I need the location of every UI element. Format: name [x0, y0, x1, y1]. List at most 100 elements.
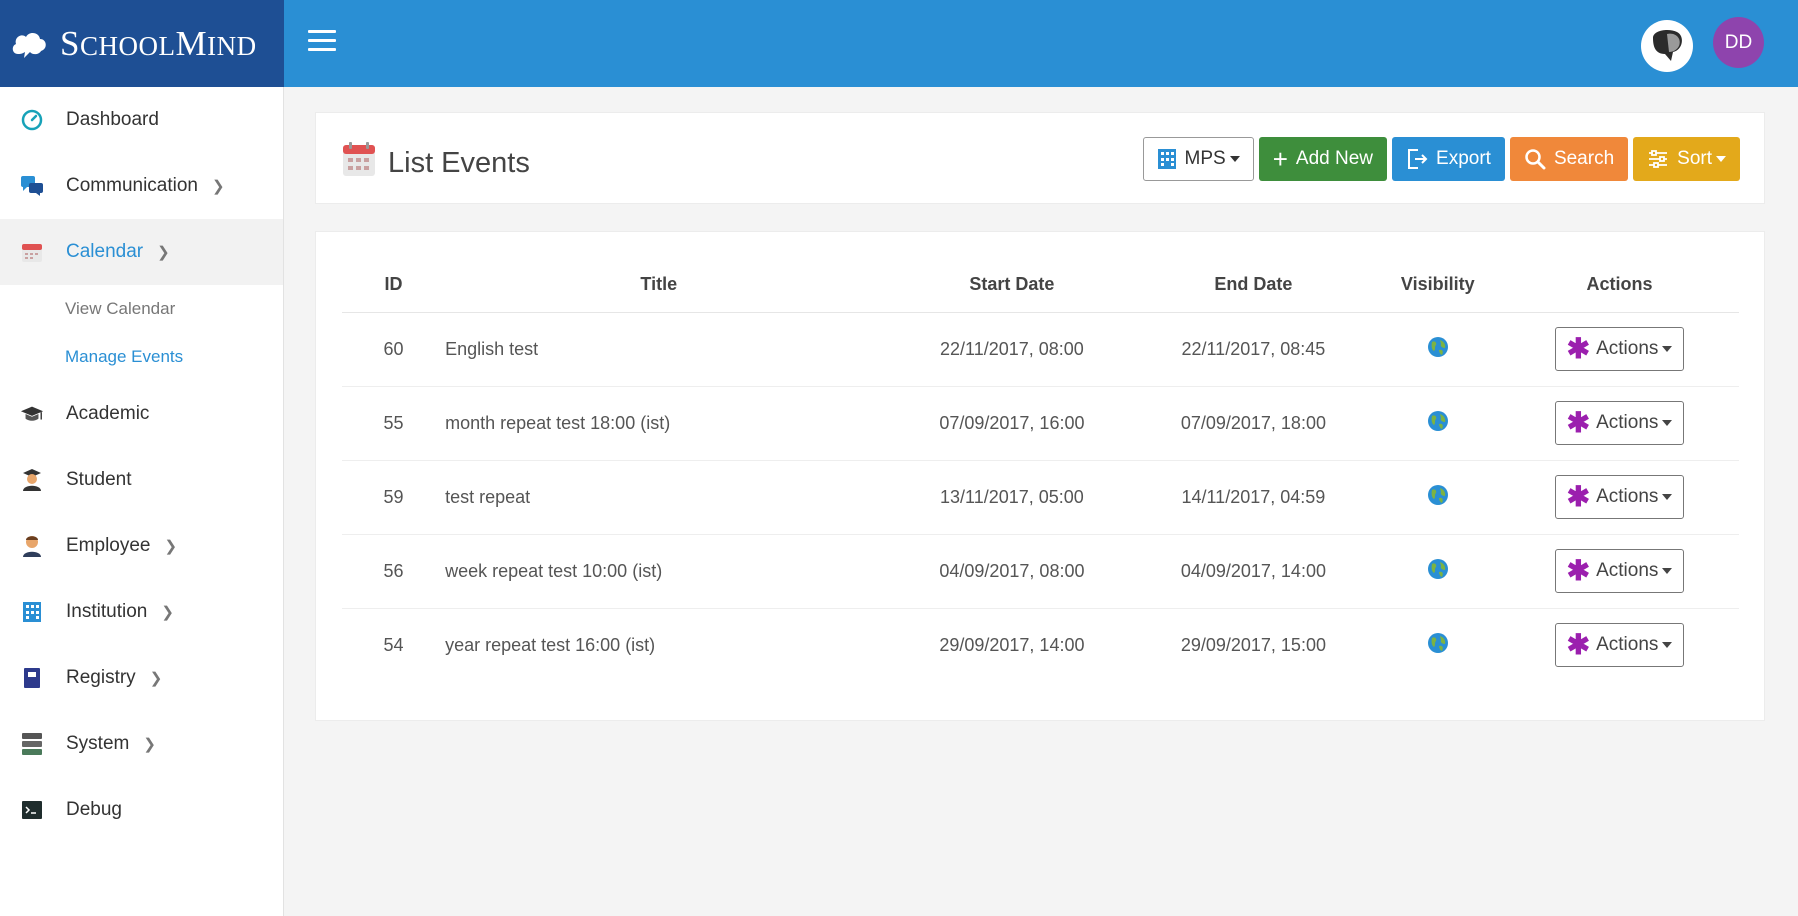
table-row[interactable]: 60 English test 22/11/2017, 08:00 22/11/… [342, 312, 1739, 387]
events-table: ID Title Start Date End Date Visibility … [342, 258, 1739, 682]
employee-icon [20, 534, 44, 558]
caret-down-icon [1662, 420, 1673, 426]
caret-down-icon [1716, 156, 1726, 162]
column-header-end-date[interactable]: End Date [1131, 258, 1376, 313]
actions-dropdown-button[interactable]: ✱ Actions [1554, 475, 1685, 519]
sort-label: Sort [1677, 148, 1712, 169]
cell-visibility [1375, 534, 1501, 609]
asterisk-icon: ✱ [1566, 481, 1591, 512]
sidebar-item-student[interactable]: Student [0, 447, 283, 513]
sidebar-item-label: Academic [66, 403, 150, 424]
sidebar-item-label: Institution [66, 601, 148, 622]
sidebar-item-system[interactable]: System ❯ [0, 711, 283, 777]
sidebar-item-label: Dashboard [66, 109, 159, 130]
sidebar-subitem-manage-events[interactable]: Manage Events [0, 333, 283, 381]
column-header-start-date[interactable]: Start Date [892, 258, 1132, 313]
sidebar-item-employee[interactable]: Employee ❯ [0, 513, 283, 579]
table-row[interactable]: 59 test repeat 13/11/2017, 05:00 14/11/2… [342, 460, 1739, 535]
cell-actions: ✱ Actions [1500, 386, 1739, 461]
table-row[interactable]: 55 month repeat test 18:00 (ist) 07/09/2… [342, 386, 1739, 461]
sort-dropdown-button[interactable]: Sort [1633, 137, 1740, 181]
sidebar-item-academic[interactable]: Academic [0, 381, 283, 447]
actions-dropdown-button[interactable]: ✱ Actions [1554, 401, 1685, 445]
hamburger-menu-icon[interactable] [308, 30, 336, 54]
sidebar-item-label: Calendar [66, 241, 144, 262]
sidebar: Dashboard Communication ❯ Calendar ❯ Vie… [0, 87, 284, 916]
cell-id: 60 [342, 312, 426, 387]
chevron-right-icon: ❯ [212, 178, 225, 195]
caret-down-icon [1662, 568, 1673, 574]
brand-name: SCHOOLMIND [60, 23, 257, 63]
cell-end-date: 04/09/2017, 14:00 [1131, 534, 1376, 609]
actions-dropdown-button[interactable]: ✱ Actions [1554, 623, 1685, 668]
cell-id: 55 [342, 386, 426, 461]
column-header-title[interactable]: Title [425, 258, 893, 313]
chevron-right-icon: ❯ [164, 538, 178, 555]
cell-id: 59 [342, 460, 426, 535]
sidebar-subitem-view-calendar[interactable]: View Calendar [0, 285, 283, 333]
sidebar-item-calendar[interactable]: Calendar ❯ [0, 219, 283, 285]
cell-end-date: 29/09/2017, 15:00 [1180, 634, 1326, 655]
cell-id: 56 [342, 534, 426, 609]
brand-logo[interactable]: SCHOOLMIND [0, 0, 284, 87]
add-new-button[interactable]: + Add New [1258, 137, 1388, 181]
cell-visibility [1375, 608, 1500, 682]
search-button[interactable]: Search [1509, 137, 1629, 181]
globe-icon [1427, 558, 1448, 579]
table-row[interactable]: 54 year repeat test 16:00 (ist) 29/09/20… [342, 608, 1739, 682]
export-icon [1406, 148, 1428, 170]
actions-dropdown-button[interactable]: ✱ Actions [1554, 327, 1685, 371]
cell-end-date: 14/11/2017, 04:59 [1131, 460, 1376, 535]
logo-cloud-icon [12, 32, 46, 58]
export-button[interactable]: Export [1392, 137, 1505, 181]
actions-label: Actions [1596, 338, 1659, 359]
cell-title: test repeat [425, 460, 893, 535]
mps-label: MPS [1184, 148, 1226, 169]
chat-icon [20, 174, 44, 198]
chevron-right-icon: ❯ [161, 604, 174, 621]
sidebar-item-label: Student [66, 469, 132, 490]
user-initials-avatar[interactable]: DD [1713, 17, 1764, 68]
cell-start-date: 07/09/2017, 16:00 [892, 386, 1132, 461]
sidebar-item-label: Communication [66, 175, 198, 196]
cell-visibility [1375, 312, 1501, 387]
sidebar-item-debug[interactable]: Debug [0, 777, 283, 843]
cell-title: English test [425, 312, 893, 387]
table-row[interactable]: 56 week repeat test 10:00 (ist) 04/09/20… [342, 534, 1739, 609]
sidebar-item-communication[interactable]: Communication ❯ [0, 153, 283, 219]
sidebar-item-institution[interactable]: Institution ❯ [0, 579, 283, 645]
search-icon [1524, 148, 1546, 170]
cell-title: week repeat test 10:00 (ist) [425, 534, 893, 609]
globe-icon [1427, 336, 1448, 357]
cell-visibility [1375, 386, 1501, 461]
student-icon [20, 468, 44, 492]
cell-start-date: 13/11/2017, 05:00 [892, 460, 1132, 535]
graduation-cap-icon [20, 402, 44, 426]
cell-start-date: 22/11/2017, 08:00 [892, 312, 1132, 387]
asterisk-icon: ✱ [1566, 555, 1591, 586]
asterisk-icon: ✱ [1566, 407, 1591, 438]
user-avatar-image[interactable] [1641, 20, 1693, 72]
header-toolbar: MPS + Add New Export Search Sort [1142, 137, 1740, 181]
cell-end-date: 07/09/2017, 18:00 [1131, 386, 1376, 461]
column-header-id[interactable]: ID [342, 258, 426, 313]
actions-label: Actions [1596, 486, 1659, 507]
server-icon [20, 732, 44, 756]
events-table-panel: ID Title Start Date End Date Visibility … [315, 231, 1765, 721]
page-header-panel: List Events MPS + Add New Export Search [315, 112, 1765, 204]
actions-label: Actions [1596, 634, 1659, 656]
sidebar-item-label: Employee [66, 535, 151, 556]
terminal-icon [20, 798, 44, 822]
column-header-actions: Actions [1500, 258, 1739, 313]
cell-actions: ✱ Actions [1500, 534, 1739, 609]
globe-icon [1427, 484, 1448, 505]
caret-down-icon [1662, 642, 1673, 649]
calendar-icon [20, 240, 44, 264]
sidebar-item-registry[interactable]: Registry ❯ [0, 645, 283, 711]
caret-down-icon [1662, 494, 1673, 500]
mps-dropdown-button[interactable]: MPS [1142, 137, 1254, 181]
column-header-visibility[interactable]: Visibility [1375, 258, 1501, 313]
actions-dropdown-button[interactable]: ✱ Actions [1554, 549, 1685, 593]
sidebar-item-dashboard[interactable]: Dashboard [0, 87, 283, 153]
globe-icon [1427, 632, 1448, 653]
